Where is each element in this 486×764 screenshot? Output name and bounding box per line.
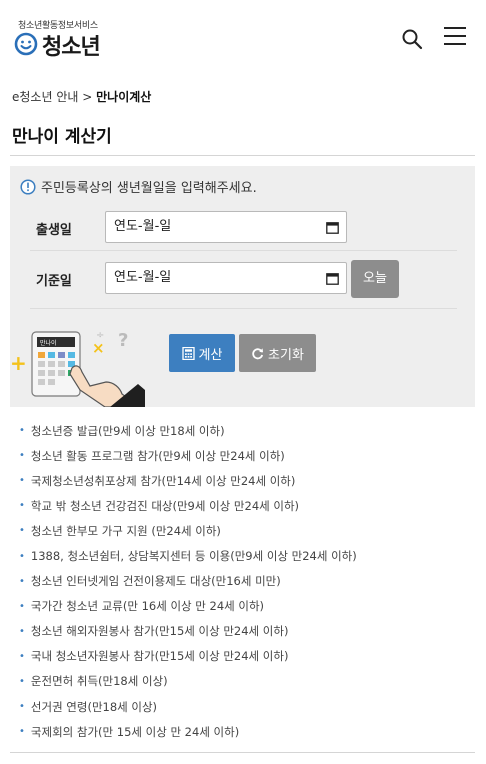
base-date-value: 연도-월-일 — [114, 270, 172, 285]
list-item: • 1388, 청소년쉼터, 상담복지센터 등 이용(만9세 이상 만24세 이하… — [19, 549, 357, 564]
notice-text: 주민등록상의 생년월일을 입력해주세요. — [41, 181, 257, 196]
breadcrumb-separator: > — [82, 90, 93, 104]
list-item: • 청소년 한부모 가구 지원 (만24세 이하) — [19, 523, 221, 538]
breadcrumb-current: 만나이계산 — [96, 90, 152, 104]
breadcrumb-parent-link[interactable]: e청소년 안내 — [12, 90, 78, 104]
site-header: 청소년활동정보서비스 청소년 — [0, 0, 486, 70]
info-circle-icon — [20, 178, 36, 195]
list-item: • 국내 청소년자원봉사 참가(만15세 이상 만24세 이하) — [19, 649, 289, 664]
list-item-text: 국제청소년성취포상제 참가(만14세 이상 만24세 이하) — [30, 473, 296, 488]
list-item: • 청소년 활동 프로그램 참가(만9세 이상 만24세 이하) — [19, 448, 285, 463]
base-date-label: 기준일 — [36, 274, 72, 289]
site-logo[interactable]: 청소년활동정보서비스 청소년 — [14, 18, 134, 60]
list-item: • 국제청소년성취포상제 참가(만14세 이상 만24세 이하) — [19, 473, 296, 488]
svg-text:×: × — [92, 339, 105, 357]
list-item-text: 청소년 한부모 가구 지원 (만24세 이하) — [30, 523, 221, 538]
svg-text:?: ? — [118, 330, 128, 351]
smile-face-icon — [14, 32, 38, 56]
list-item: • 청소년 해외자원봉사 참가(만15세 이상 만24세 이하) — [19, 624, 289, 639]
input-notice: 주민등록상의 생년월일을 입력해주세요. — [20, 177, 257, 196]
calculator-icon — [181, 346, 195, 360]
search-icon[interactable] — [400, 27, 424, 51]
base-date-input[interactable]: 연도-월-일 — [105, 262, 347, 294]
illust-screen-text: 만나이 — [40, 339, 57, 347]
row-divider — [30, 250, 457, 251]
birth-date-input[interactable]: 연도-월-일 — [105, 211, 347, 243]
birth-date-value: 연도-월-일 — [114, 219, 172, 234]
list-item-text: 1388, 청소년쉼터, 상담복지센터 등 이용(만9세 이상 만24세 이하) — [30, 549, 357, 564]
reset-button-label: 초기화 — [268, 347, 304, 363]
calculator-hand-illustration: + × ? ÷ 만나이 — [10, 330, 145, 407]
age-rule-list: • 청소년증 발급(만9세 이상 만18세 이하) • 청소년 활동 프로그램 참가… — [19, 418, 479, 744]
svg-text:÷: ÷ — [96, 330, 104, 341]
list-item-text: 청소년 활동 프로그램 참가(만9세 이상 만24세 이하) — [30, 448, 285, 463]
list-item: • 운전면허 취득(만18세 이상) — [19, 674, 168, 689]
list-item-text: 청소년 인터넷게임 건전이용제도 대상(만16세 미만) — [30, 574, 281, 589]
logo-text: 청소년 — [42, 35, 101, 60]
list-item: • 국제회의 참가(만 15세 이상 만 24세 이하) — [19, 724, 240, 739]
refresh-icon — [252, 347, 264, 359]
birth-date-label: 출생일 — [36, 223, 72, 238]
list-item-text: 청소년증 발급(만9세 이상 만18세 이하) — [30, 423, 225, 438]
title-divider — [10, 155, 475, 156]
calendar-icon[interactable] — [326, 221, 339, 234]
calculate-button-label: 계산 — [198, 347, 223, 363]
list-item: • 청소년증 발급(만9세 이상 만18세 이하) — [19, 423, 225, 438]
list-item-text: 국내 청소년자원봉사 참가(만15세 이상 만24세 이하) — [30, 649, 289, 664]
page-title: 만나이 계산기 — [12, 127, 112, 147]
age-calculator-panel: 주민등록상의 생년월일을 입력해주세요. 출생일 연도-월-일 기준일 연도-월… — [10, 166, 475, 407]
list-item-text: 국제회의 참가(만 15세 이상 만 24세 이하) — [30, 724, 240, 739]
reset-button[interactable]: 초기화 — [239, 334, 316, 372]
svg-text:+: + — [10, 351, 27, 375]
list-item-text: 청소년 해외자원봉사 참가(만15세 이상 만24세 이하) — [30, 624, 289, 639]
breadcrumb: e청소년 안내 > 만나이계산 — [12, 88, 151, 105]
list-item-text: 학교 밖 청소년 건강검진 대상(만9세 이상 만24세 이하) — [30, 498, 300, 513]
calculate-button[interactable]: 계산 — [169, 334, 235, 372]
list-item: • 청소년 인터넷게임 건전이용제도 대상(만16세 미만) — [19, 574, 281, 589]
list-item-text: 운전면허 취득(만18세 이상) — [30, 674, 168, 689]
row-divider — [30, 308, 457, 309]
hamburger-menu-icon[interactable] — [442, 24, 468, 48]
list-item: • 국가간 청소년 교류(만 16세 이상 만 24세 이하) — [19, 599, 265, 614]
list-item-text: 국가간 청소년 교류(만 16세 이상 만 24세 이하) — [30, 599, 265, 614]
bottom-divider — [10, 752, 475, 753]
calendar-icon[interactable] — [326, 272, 339, 285]
today-button[interactable]: 오늘 — [351, 260, 399, 298]
list-item: • 선거권 연령(만18세 이상) — [19, 699, 158, 714]
list-item: • 학교 밖 청소년 건강검진 대상(만9세 이상 만24세 이하) — [19, 498, 300, 513]
list-item-text: 선거권 연령(만18세 이상) — [30, 699, 158, 714]
